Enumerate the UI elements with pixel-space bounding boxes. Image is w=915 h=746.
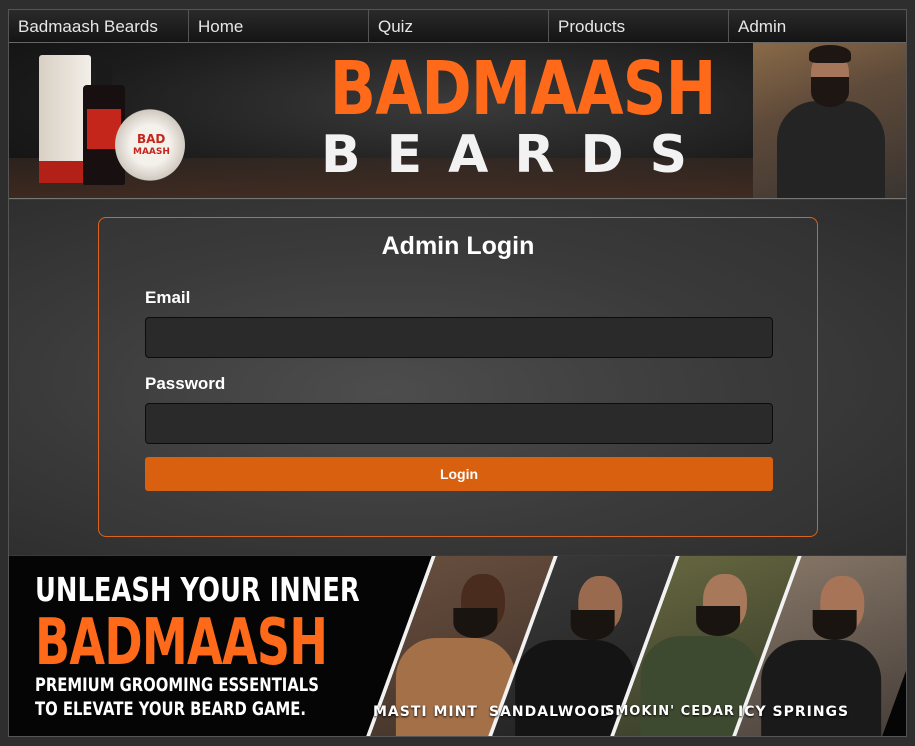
banner-tagline-2: TO ELEVATE YOUR BEARD GAME. xyxy=(35,698,307,720)
banner-headline: UNLEASH YOUR INNER xyxy=(35,570,360,609)
beard-oil-bottle-image xyxy=(83,65,125,185)
password-field[interactable] xyxy=(145,403,773,444)
nav-products-link[interactable]: Products xyxy=(549,10,729,43)
banner-tagline-1: PREMIUM GROOMING ESSENTIALS xyxy=(35,674,319,696)
brand-logo-top: BADMAASH xyxy=(329,46,717,132)
product-logo-text-1: BAD xyxy=(137,132,166,146)
banner-brand: BADMAASH xyxy=(35,606,328,680)
email-field[interactable] xyxy=(145,317,773,358)
hero-banner: BAD MAASH BADMAASH BEARDS xyxy=(9,43,906,199)
login-button[interactable]: Login xyxy=(145,457,773,491)
password-label: Password xyxy=(145,374,226,393)
scent-label-icy-springs: ICY SPRINGS xyxy=(738,704,850,720)
nav-home-link[interactable]: Home xyxy=(189,10,369,43)
top-nav: Badmaash Beards Home Quiz Products Admin xyxy=(9,10,906,43)
email-label: Email xyxy=(145,288,191,307)
scent-label-masti-mint: MASTI MINT xyxy=(373,704,478,720)
scent-label-sandalwood: SANDALWOOD xyxy=(489,704,613,720)
scent-label-smokin-cedar: SMOKIN' CEDAR xyxy=(605,704,735,719)
page-frame: Badmaash Beards Home Quiz Products Admin… xyxy=(8,9,907,737)
login-title: Admin Login xyxy=(381,232,535,260)
nav-quiz-link[interactable]: Quiz xyxy=(369,10,549,43)
promo-banner: UNLEASH YOUR INNER BADMAASH PREMIUM GROO… xyxy=(9,556,906,736)
brand-logo-bottom: BEARDS xyxy=(321,125,714,185)
nav-brand-link[interactable]: Badmaash Beards xyxy=(9,10,189,43)
bearded-model-photo xyxy=(753,43,906,198)
login-card: Admin Login Email Password Login xyxy=(98,217,818,537)
product-logo-text-2: MAASH xyxy=(133,147,170,157)
login-section: Admin Login Email Password Login xyxy=(9,200,906,555)
nav-admin-link[interactable]: Admin xyxy=(729,10,906,43)
